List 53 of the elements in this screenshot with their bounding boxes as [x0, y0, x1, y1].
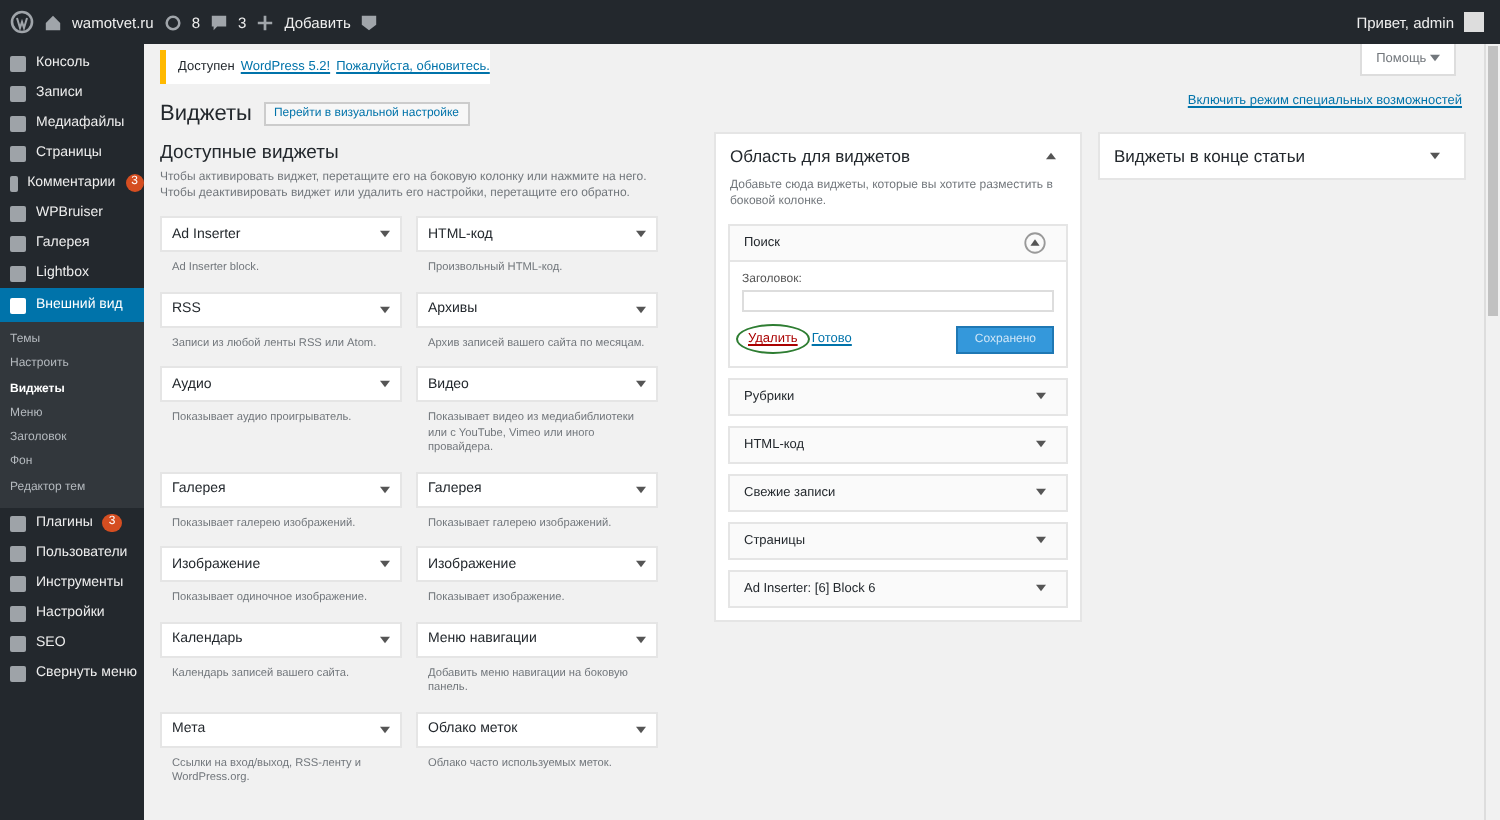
menu-square-icon [10, 297, 26, 313]
caret-icon [1430, 152, 1440, 160]
wordpress-logo-icon[interactable] [10, 10, 34, 34]
menu-square-icon [10, 55, 26, 71]
collapse-icon[interactable] [1024, 231, 1046, 254]
caret-icon [380, 635, 390, 644]
shield-icon[interactable] [360, 13, 379, 31]
caret-icon [636, 305, 646, 314]
house-icon[interactable] [44, 13, 62, 31]
menu-square-icon [10, 575, 26, 592]
page-title: Виджеты [160, 102, 252, 126]
title-input[interactable] [742, 289, 1054, 312]
menu-square-icon [10, 605, 26, 622]
menu-square-icon [10, 85, 26, 101]
menu-square-icon [10, 515, 26, 532]
caret-icon [380, 380, 390, 389]
speech-bubble-icon[interactable] [210, 13, 229, 31]
menu-square-icon [10, 145, 26, 161]
caret-icon [1036, 536, 1046, 545]
area-header[interactable]: Виджеты в конце статьи [1100, 134, 1464, 178]
area-header[interactable]: Область для виджетов [716, 134, 1080, 178]
caret-icon [1036, 488, 1046, 497]
caret-icon [636, 725, 646, 734]
area-title: Виджеты в конце статьи [1114, 146, 1306, 166]
caret-icon [1036, 440, 1046, 449]
caret-icon [1036, 392, 1046, 401]
menu-square-icon [10, 665, 26, 682]
caret-icon [1046, 152, 1056, 160]
caret-icon [636, 230, 646, 238]
refresh-icon[interactable] [163, 13, 182, 31]
menu-square-icon [10, 235, 26, 251]
menu-square-icon [10, 265, 26, 281]
caret-icon [380, 230, 390, 238]
caret-icon [636, 560, 646, 569]
menu-square-icon [10, 635, 26, 652]
scroll-thumb[interactable] [1488, 46, 1498, 316]
caret-icon [380, 485, 390, 494]
scrollbar[interactable] [1484, 44, 1500, 820]
menu-square-icon [10, 205, 26, 221]
caret-icon [1036, 584, 1046, 593]
caret-icon [636, 380, 646, 389]
menu-square-icon [10, 545, 26, 562]
caret-icon [380, 305, 390, 314]
caret-icon [380, 560, 390, 569]
caret-icon [1430, 54, 1440, 63]
caret-icon [636, 485, 646, 494]
caret-icon [636, 635, 646, 644]
section-heading: Доступные виджеты [160, 142, 341, 164]
annotation-ellipse [736, 324, 810, 355]
menu-square-icon [10, 115, 26, 131]
area-title: Область для виджетов [730, 146, 910, 166]
caret-icon [380, 725, 390, 734]
plus-icon[interactable] [256, 13, 275, 31]
